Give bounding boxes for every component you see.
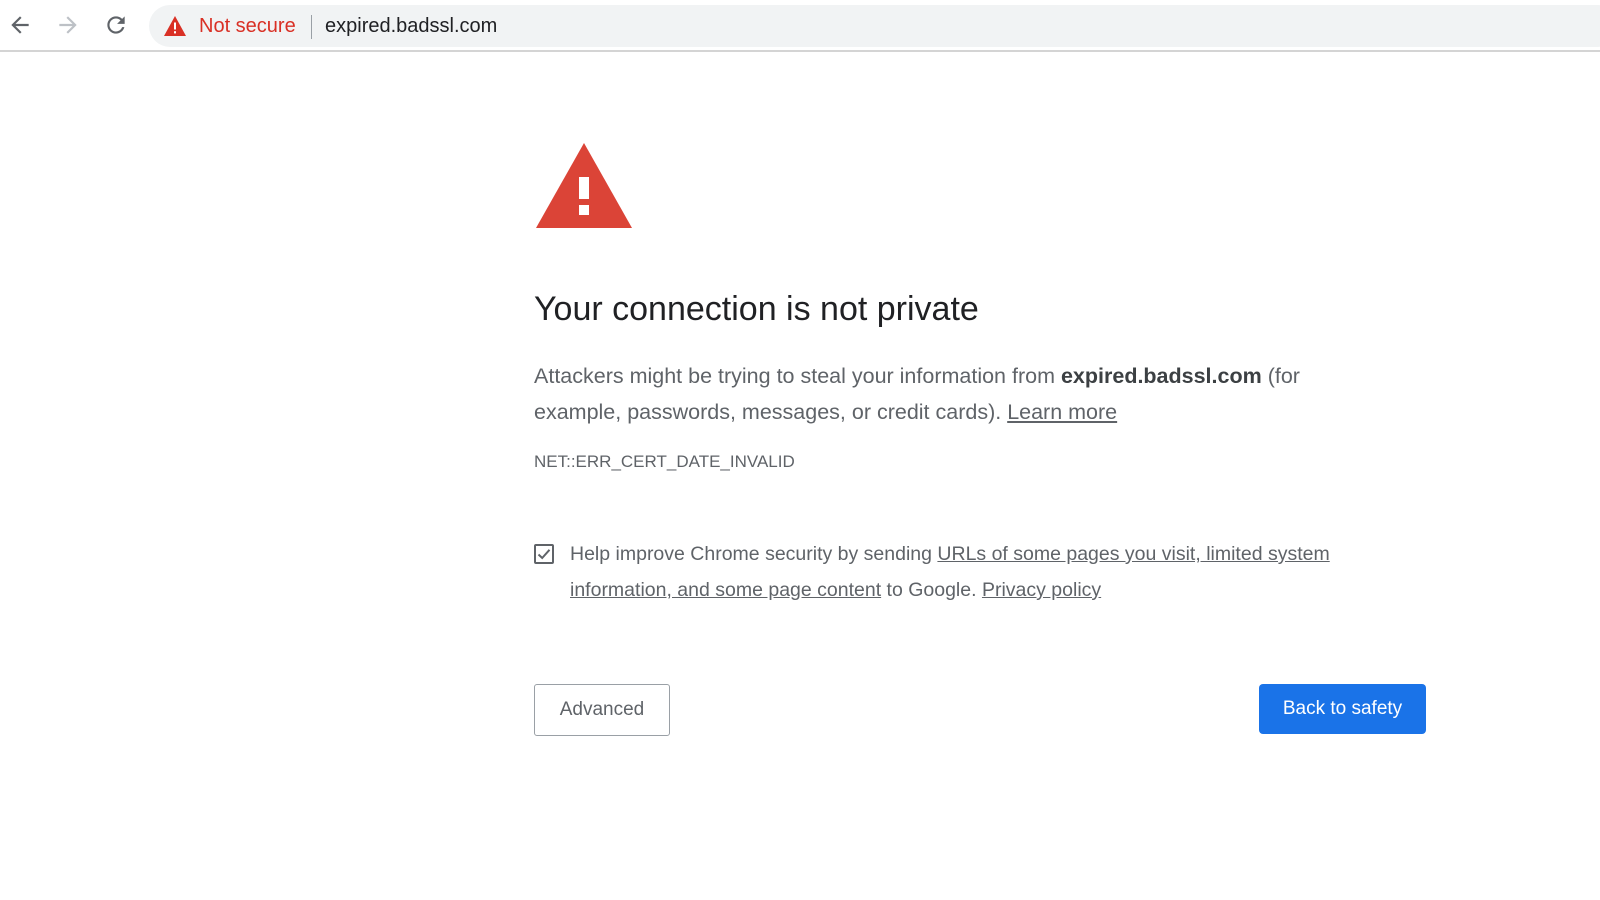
opt-in-checkbox[interactable] xyxy=(534,544,554,564)
url-text[interactable]: expired.badssl.com xyxy=(325,15,497,37)
back-button[interactable] xyxy=(5,10,35,40)
explanation-text: Attackers might be trying to steal your … xyxy=(534,358,1354,430)
back-to-safety-button[interactable]: Back to safety xyxy=(1259,684,1426,734)
warning-triangle-icon[interactable] xyxy=(163,15,187,37)
not-secure-label[interactable]: Not secure xyxy=(199,15,296,37)
error-code: NET::ERR_CERT_DATE_INVALID xyxy=(534,452,795,471)
explanation-prefix: Attackers might be trying to steal your … xyxy=(534,364,1061,388)
omnibox-separator xyxy=(311,15,312,39)
opt-in-prefix: Help improve Chrome security by sending xyxy=(570,543,938,565)
arrow-right-icon xyxy=(59,16,77,34)
forward-button[interactable] xyxy=(53,10,83,40)
opt-in-middle: to Google. xyxy=(881,579,982,601)
arrow-left-icon xyxy=(11,16,29,34)
reload-button[interactable] xyxy=(101,10,131,40)
reload-icon xyxy=(107,16,125,34)
address-bar[interactable]: Not secure expired.badssl.com xyxy=(149,5,1600,47)
learn-more-link[interactable]: Learn more xyxy=(1007,400,1117,424)
advanced-button[interactable]: Advanced xyxy=(534,684,670,736)
host-name: expired.badssl.com xyxy=(1060,364,1262,388)
checkmark-icon xyxy=(537,549,551,560)
opt-in-text: Help improve Chrome security by sending … xyxy=(570,536,1370,608)
page-title: Your connection is not private xyxy=(534,290,979,328)
privacy-policy-link[interactable]: Privacy policy xyxy=(982,579,1101,601)
warning-triangle-icon xyxy=(536,143,632,228)
browser-toolbar: Not secure expired.badssl.com xyxy=(0,0,1600,52)
